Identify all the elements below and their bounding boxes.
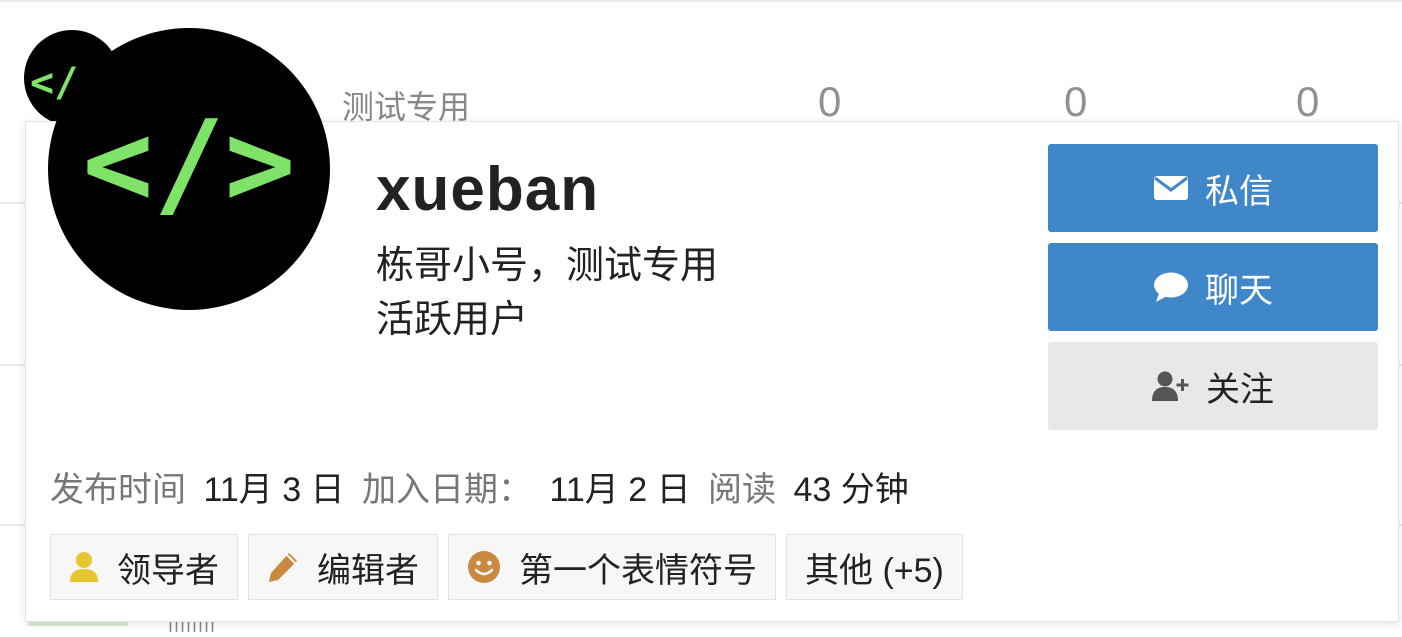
badge-label: 领导者 bbox=[117, 551, 219, 590]
follow-button-label: 关注 bbox=[1206, 370, 1274, 409]
row-divider bbox=[0, 0, 1402, 2]
message-button[interactable]: 私信 bbox=[1048, 144, 1378, 232]
user-card-avatar[interactable]: </> bbox=[48, 28, 330, 310]
read-label: 阅读 bbox=[708, 471, 777, 509]
user-card-meta: 发布时间 11月 3 日 加入日期： 11月 2 日 阅读 43 分钟 bbox=[50, 462, 917, 511]
user-card-title: 活跃用户 bbox=[376, 299, 529, 341]
badge-more[interactable]: 其他 (+5) bbox=[786, 534, 963, 600]
envelope-icon bbox=[1154, 176, 1188, 200]
list-row-count: 0 bbox=[818, 78, 842, 125]
badge-label: 其他 (+5) bbox=[805, 551, 944, 590]
badge-label: 第一个表情符号 bbox=[519, 551, 757, 590]
message-button-label: 私信 bbox=[1205, 172, 1273, 211]
joined-label: 加入日期： bbox=[362, 471, 533, 509]
smile-icon bbox=[468, 551, 500, 583]
badge-leader[interactable]: 领导者 bbox=[50, 534, 238, 600]
chat-button-label: 聊天 bbox=[1205, 271, 1273, 310]
badge-label: 编辑者 bbox=[317, 551, 419, 590]
read-time: 43 分钟 bbox=[793, 471, 909, 509]
user-card-username[interactable]: xueban bbox=[376, 154, 599, 225]
user-card-bio: 栋哥小号，测试专用 bbox=[376, 245, 719, 287]
pencil-icon bbox=[269, 553, 297, 582]
follow-button[interactable]: 关注 bbox=[1048, 342, 1378, 430]
user-plus-icon bbox=[1152, 371, 1189, 401]
code-brackets-icon: </> bbox=[82, 94, 295, 232]
list-row-count: 0 bbox=[1296, 78, 1320, 125]
badge-list: 领导者 编辑者 第一个表情符号 其他 (+5) bbox=[50, 534, 973, 600]
posted-label: 发布时间 bbox=[50, 471, 186, 509]
comment-icon bbox=[1154, 272, 1188, 302]
joined-date: 11月 2 日 bbox=[549, 471, 691, 509]
posted-date: 11月 3 日 bbox=[203, 471, 345, 509]
user-icon bbox=[70, 552, 98, 582]
chat-button[interactable]: 聊天 bbox=[1048, 243, 1378, 331]
badge-first-emoji[interactable]: 第一个表情符号 bbox=[448, 534, 776, 600]
list-row-count: 0 bbox=[1064, 78, 1088, 125]
badge-editor[interactable]: 编辑者 bbox=[248, 534, 438, 600]
svg-text:</>: </> bbox=[82, 94, 295, 232]
